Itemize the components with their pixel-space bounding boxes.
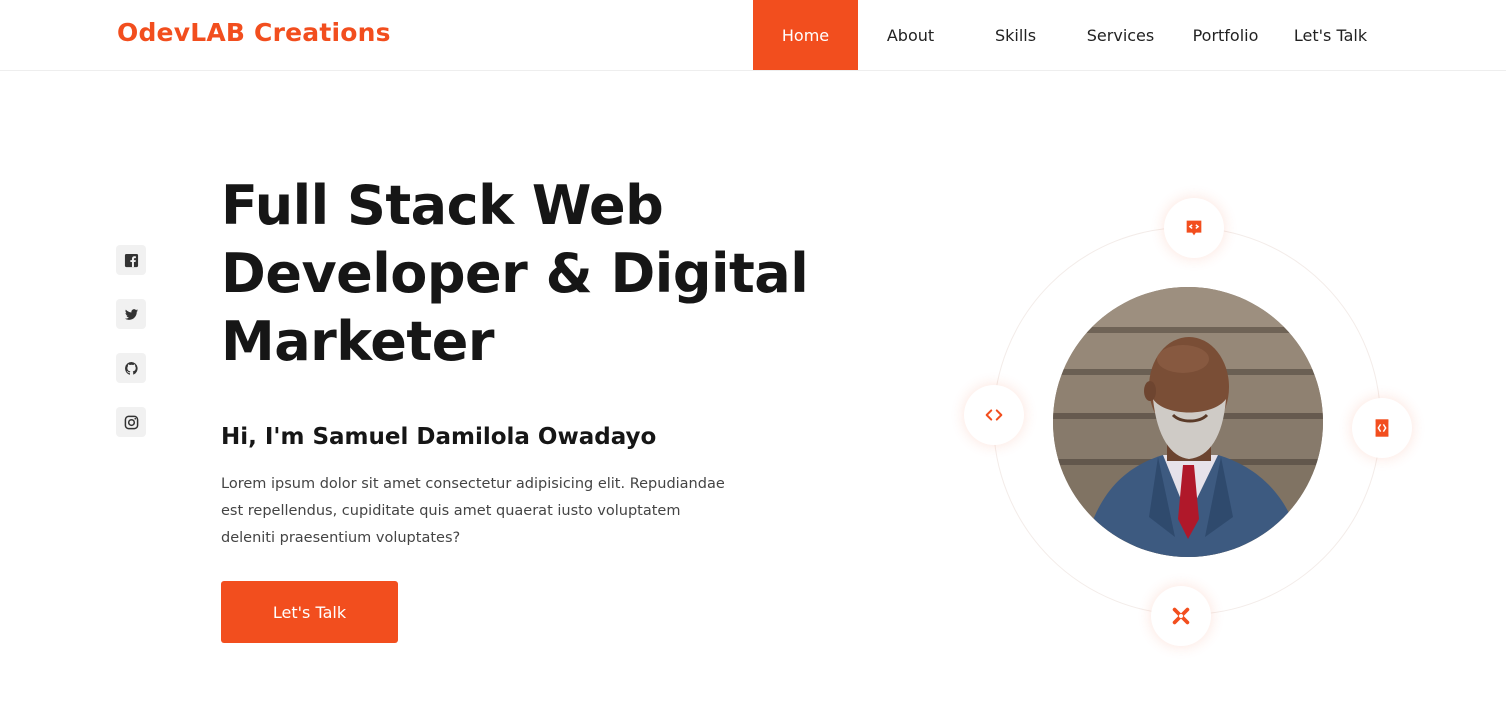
nav-lets-talk[interactable]: Let's Talk [1278,0,1383,70]
hero-title-line: Marketer [221,310,494,373]
hero-description: Lorem ipsum dolor sit amet consectetur a… [221,471,761,552]
code-file-orb [1352,398,1412,458]
nav-about[interactable]: About [858,0,963,70]
code-badge-icon [1186,220,1202,236]
hero-description-line: deleniti praesentium voluptates? [221,530,461,546]
hero-title: Full Stack Web Developer & Digital Marke… [221,172,861,376]
design-tools-orb [1151,586,1211,646]
twitter-icon [124,308,138,320]
nav-home[interactable]: Home [753,0,858,70]
hero-title-line: Developer & Digital [221,242,809,305]
facebook-icon [124,253,138,267]
twitter-link[interactable] [116,299,146,329]
github-icon [124,361,138,375]
github-link[interactable] [116,353,146,383]
instagram-link[interactable] [116,407,146,437]
code-brackets-orb [964,385,1024,445]
nav-services[interactable]: Services [1068,0,1173,70]
code-badge-orb [1164,198,1224,258]
main-nav: Home About Skills Services Portfolio Let… [753,0,1383,70]
code-file-icon [1375,419,1389,437]
site-header: OdevLAB Creations Home About Skills Serv… [0,0,1506,71]
instagram-icon [124,415,138,429]
lets-talk-button[interactable]: Let's Talk [221,581,398,643]
profile-photo [1053,287,1323,557]
nav-portfolio[interactable]: Portfolio [1173,0,1278,70]
brand-logo[interactable]: OdevLAB Creations [117,18,391,47]
facebook-link[interactable] [116,245,146,275]
hero-title-line: Full Stack Web [221,174,664,237]
portrait-image [1053,287,1323,557]
design-tools-icon [1172,607,1190,625]
code-brackets-icon [985,409,1003,421]
hero-description-line: Lorem ipsum dolor sit amet consectetur a… [221,476,725,492]
hero-greeting: Hi, I'm Samuel Damilola Owadayo [221,424,657,450]
hero-description-line: est repellendus, cupiditate quis amet qu… [221,503,681,519]
nav-skills[interactable]: Skills [963,0,1068,70]
